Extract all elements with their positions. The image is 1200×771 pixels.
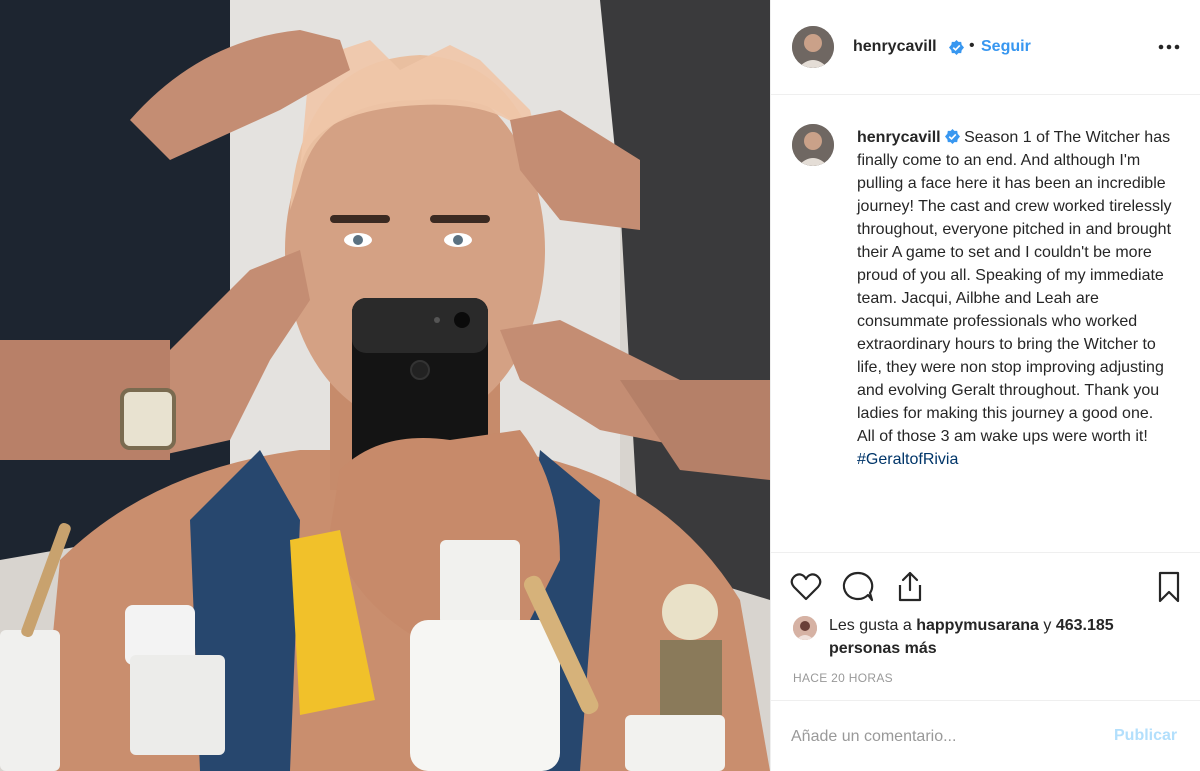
post-details-panel: henrycavill • Seguir henrycavill Season …: [770, 0, 1200, 771]
liker-avatar[interactable]: [793, 616, 817, 640]
caption-author-avatar[interactable]: [792, 124, 834, 166]
share-icon[interactable]: [893, 570, 927, 604]
likes-text: Les gusta a happymusarana y 463.185 pers…: [829, 614, 1169, 660]
caption-area: henrycavill Season 1 of The Witcher has …: [771, 96, 1200, 553]
comment-bubble-icon[interactable]: [841, 570, 875, 604]
caption-username[interactable]: henrycavill: [857, 129, 941, 146]
heart-icon[interactable]: [789, 570, 823, 604]
post-header: henrycavill • Seguir: [771, 0, 1200, 95]
bookmark-icon[interactable]: [1152, 570, 1186, 604]
follow-button[interactable]: Seguir: [981, 38, 1031, 56]
liker-username[interactable]: happymusarana: [916, 617, 1039, 634]
post-timestamp[interactable]: HACE 20 HORAS: [793, 671, 893, 685]
comment-input[interactable]: [791, 725, 1091, 749]
caption-text: Season 1 of The Witcher has finally come…: [857, 129, 1172, 445]
author-avatar[interactable]: [792, 26, 834, 68]
post-actions: [771, 570, 1200, 606]
comment-bar: Publicar: [771, 700, 1200, 771]
verified-badge-icon: [949, 40, 964, 55]
more-options-icon[interactable]: [1156, 36, 1182, 58]
hashtag-link[interactable]: #GeraltofRivia: [857, 448, 1173, 471]
author-username[interactable]: henrycavill: [853, 38, 937, 56]
likes-conjunction: y: [1043, 617, 1052, 634]
post-caption: henrycavill Season 1 of The Witcher has …: [857, 126, 1173, 471]
post-image: [0, 0, 770, 771]
separator-dot: •: [969, 37, 975, 54]
publish-button[interactable]: Publicar: [1114, 727, 1177, 745]
post-photo[interactable]: [0, 0, 770, 771]
verified-badge-icon: [944, 129, 960, 144]
likes-prefix: Les gusta a: [829, 617, 912, 634]
